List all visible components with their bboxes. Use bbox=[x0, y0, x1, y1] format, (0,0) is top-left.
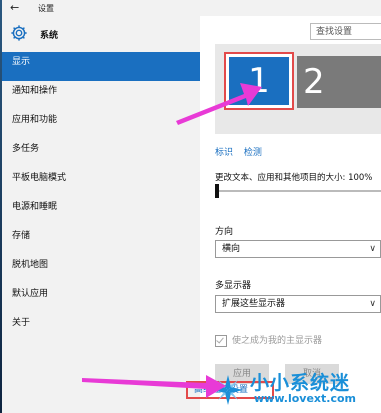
scale-slider-thumb[interactable] bbox=[215, 184, 219, 198]
multi-display-select[interactable]: 扩展这些显示器 ∨ bbox=[215, 295, 381, 313]
sidebar-item-label: 多任务 bbox=[12, 144, 40, 154]
multi-display-value: 扩展这些显示器 bbox=[222, 299, 286, 309]
orientation-value: 横向 bbox=[222, 244, 241, 254]
gear-icon bbox=[11, 25, 27, 41]
main-content: 查找设置 1 2 标识 检测 更改文本、应用和其他项目的大小: 100% 方向 … bbox=[200, 16, 381, 413]
monitor-2[interactable]: 2 bbox=[297, 56, 381, 108]
sidebar-item-label: 通知和操作 bbox=[12, 86, 58, 96]
sidebar-item-label: 平板电脑模式 bbox=[12, 173, 67, 183]
search-input[interactable]: 查找设置 bbox=[310, 23, 381, 40]
title-bar: ← 设置 bbox=[2, 0, 381, 16]
sidebar-item-label: 应用和功能 bbox=[12, 115, 58, 125]
back-button[interactable]: ← bbox=[10, 1, 19, 14]
sidebar-item-about[interactable]: 关于 bbox=[2, 313, 200, 342]
sidebar-item-default-apps[interactable]: 默认应用 bbox=[2, 284, 200, 313]
sidebar-item-label: 显示 bbox=[12, 57, 31, 67]
section-title: 系统 bbox=[40, 31, 59, 41]
sidebar-item-label: 电源和睡眠 bbox=[12, 202, 58, 212]
main-display-checkbox-label: 使之成为我的主显示器 bbox=[232, 336, 323, 346]
sidebar-item-display[interactable]: 显示 bbox=[2, 52, 200, 81]
section-header: 系统 bbox=[2, 22, 200, 44]
sidebar-nav: 显示 通知和操作 应用和功能 多任务 平板电脑模式 电源和睡眠 存储 脱机地图 … bbox=[2, 52, 200, 342]
watermark-name: 小小系统迷 bbox=[250, 372, 351, 394]
sidebar-item-label: 存储 bbox=[12, 231, 31, 241]
scale-label: 更改文本、应用和其他项目的大小: 100% bbox=[215, 173, 373, 183]
main-display-option[interactable]: 使之成为我的主显示器 bbox=[215, 333, 322, 347]
main-display-checkbox[interactable] bbox=[215, 334, 227, 347]
sidebar-item-storage[interactable]: 存储 bbox=[2, 226, 200, 255]
sidebar: 系统 显示 通知和操作 应用和功能 多任务 平板电脑模式 电源和睡眠 存储 脱机… bbox=[2, 16, 200, 413]
orientation-select[interactable]: 横向 ∨ bbox=[215, 240, 381, 258]
multi-display-label: 多显示器 bbox=[215, 281, 252, 291]
identify-link[interactable]: 标识 bbox=[215, 148, 233, 158]
scale-slider-track[interactable] bbox=[215, 190, 381, 192]
display-arrangement: 1 2 bbox=[215, 44, 381, 134]
sidebar-item-label: 关于 bbox=[12, 318, 31, 328]
sidebar-item-apps[interactable]: 应用和功能 bbox=[2, 110, 200, 139]
sidebar-item-label: 默认应用 bbox=[12, 289, 49, 299]
sidebar-item-tablet-mode[interactable]: 平板电脑模式 bbox=[2, 168, 200, 197]
monitor-1-number: 1 bbox=[229, 57, 289, 105]
settings-window: ← 设置 系统 显示 通知和操作 应用和功能 多任务 平板电脑模式 电源和睡眠 … bbox=[2, 0, 381, 413]
sidebar-item-offline-maps[interactable]: 脱机地图 bbox=[2, 255, 200, 284]
watermark-logo-icon bbox=[213, 375, 243, 405]
watermark-url: www.lovext.com bbox=[254, 392, 356, 405]
chevron-down-icon: ∨ bbox=[369, 299, 376, 309]
sidebar-item-power[interactable]: 电源和睡眠 bbox=[2, 197, 200, 226]
display-links: 标识 检测 bbox=[215, 145, 270, 158]
monitor-1[interactable]: 1 bbox=[224, 52, 294, 110]
sidebar-item-multitasking[interactable]: 多任务 bbox=[2, 139, 200, 168]
watermark: 小小系统迷 www.lovext.com bbox=[206, 368, 381, 413]
detect-link[interactable]: 检测 bbox=[244, 148, 262, 158]
window-title: 设置 bbox=[38, 4, 54, 13]
sidebar-item-label: 脱机地图 bbox=[12, 260, 49, 270]
orientation-label: 方向 bbox=[215, 227, 234, 237]
chevron-down-icon: ∨ bbox=[369, 244, 376, 254]
sidebar-item-notifications[interactable]: 通知和操作 bbox=[2, 81, 200, 110]
